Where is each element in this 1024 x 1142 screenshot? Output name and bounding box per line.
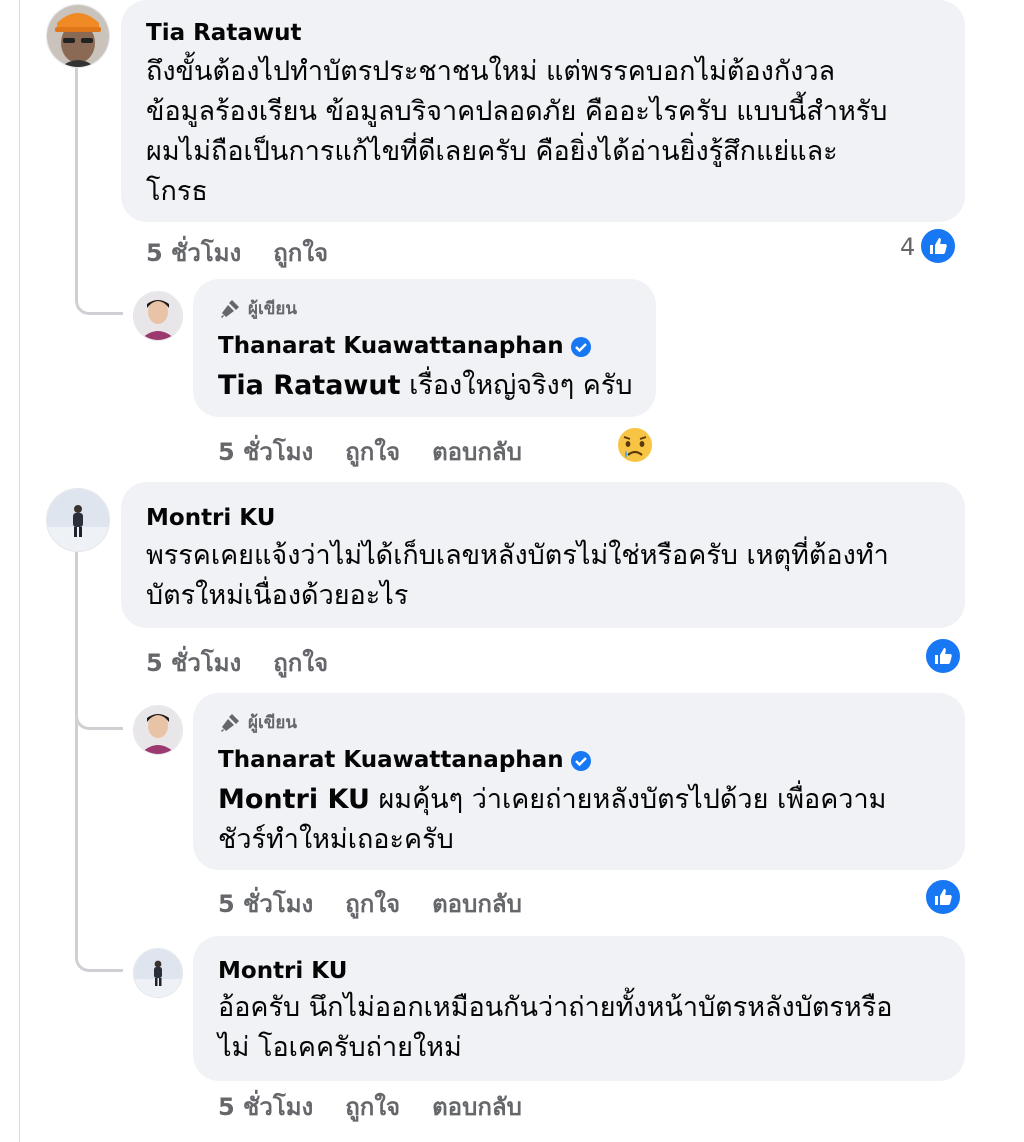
reply-button[interactable]: ตอบกลับ — [432, 432, 522, 471]
sad-emoji-icon[interactable] — [615, 425, 655, 469]
comment-meta: 5 ชั่วโมง ถูกใจ ตอบกลับ — [218, 884, 522, 923]
comment-author[interactable]: Tia Ratawut — [146, 20, 301, 46]
comment-meta: 5 ชั่วโมง ถูกใจ — [146, 233, 328, 272]
thread-line — [75, 550, 78, 950]
thread-elbow — [75, 685, 123, 730]
comment-meta: 5 ชั่วโมง ถูกใจ ตอบกลับ — [218, 432, 522, 471]
mention[interactable]: Tia Ratawut — [218, 370, 401, 401]
reply-button[interactable]: ตอบกลับ — [432, 884, 522, 923]
author-tag-label: ผู้เขียน — [248, 713, 297, 733]
avatar[interactable] — [133, 291, 183, 341]
thread-line — [75, 66, 78, 301]
comment-text: Tia Ratawut เรื่องใหญ่จริงๆ ครับ — [218, 370, 633, 401]
comment-author[interactable]: Thanarat Kuawattanaphan — [218, 747, 592, 773]
verified-badge-icon — [570, 750, 591, 771]
microphone-icon — [221, 713, 239, 732]
timestamp[interactable]: 5 ชั่วโมง — [218, 432, 313, 471]
comment-text-line: โกรธ — [146, 176, 208, 207]
verified-badge-icon — [570, 336, 591, 357]
avatar[interactable] — [46, 488, 110, 552]
comment-meta: 5 ชั่วโมง ถูกใจ ตอบกลับ — [218, 1087, 522, 1126]
thread-elbow — [75, 270, 123, 315]
like-button[interactable]: ถูกใจ — [345, 432, 400, 471]
reply-button[interactable]: ตอบกลับ — [432, 1087, 522, 1126]
author-tag: ผู้เขียน — [218, 709, 297, 736]
comment-text-line: ไม่ โอเคครับถ่ายใหม่ — [218, 1032, 462, 1063]
like-icon[interactable] — [924, 878, 962, 916]
thread-elbow — [75, 925, 123, 972]
avatar[interactable] — [133, 948, 183, 998]
comment-text-line: อ้อครับ นึกไม่ออกเหมือนกันว่าถ่ายทั้งหน้… — [218, 992, 893, 1023]
avatar[interactable] — [46, 4, 110, 68]
like-button[interactable]: ถูกใจ — [273, 643, 328, 682]
comment-text-line: บัตรใหม่เนื่องด้วยอะไร — [146, 580, 409, 611]
comment-author[interactable]: Thanarat Kuawattanaphan — [218, 333, 592, 359]
timestamp[interactable]: 5 ชั่วโมง — [218, 1087, 313, 1126]
author-tag-label: ผู้เขียน — [248, 299, 297, 319]
comment-text-line: ชัวร์ทำใหม่เถอะครับ — [218, 824, 454, 855]
timestamp[interactable]: 5 ชั่วโมง — [146, 233, 241, 272]
like-button[interactable]: ถูกใจ — [345, 884, 400, 923]
comment-text-line: พรรคเคยแจ้งว่าไม่ได้เก็บเลขหลังบัตรไม่ใช… — [146, 540, 889, 571]
avatar[interactable] — [133, 705, 183, 755]
comment-author[interactable]: Montri KU — [218, 958, 347, 984]
like-icon[interactable] — [919, 227, 957, 265]
comment-text-line: ถึงขั้นต้องไปทำบัตรประชาชนใหม่ แต่พรรคบอ… — [146, 56, 836, 87]
comment-text-line: Montri KU ผมคุ้นๆ ว่าเคยถ่ายหลังบัตรไปด้… — [218, 784, 887, 815]
comment-author[interactable]: Montri KU — [146, 505, 275, 531]
microphone-icon — [221, 299, 239, 318]
reaction-count[interactable]: 4 — [900, 233, 915, 261]
timestamp[interactable]: 5 ชั่วโมง — [218, 884, 313, 923]
author-tag: ผู้เขียน — [218, 295, 297, 322]
comment-text-line: ข้อมูลร้องเรียน ข้อมูลบริจาคปลอดภัย คืออ… — [146, 96, 888, 127]
like-button[interactable]: ถูกใจ — [273, 233, 328, 272]
like-button[interactable]: ถูกใจ — [345, 1087, 400, 1126]
like-icon[interactable] — [924, 637, 962, 675]
timestamp[interactable]: 5 ชั่วโมง — [146, 643, 241, 682]
comment-text-line: ผมไม่ถือเป็นการแก้ไขที่ดีเลยครับ คือยิ่ง… — [146, 136, 838, 167]
comment-meta: 5 ชั่วโมง ถูกใจ — [146, 643, 328, 682]
mention[interactable]: Montri KU — [218, 784, 370, 815]
page-edge — [19, 0, 20, 1142]
